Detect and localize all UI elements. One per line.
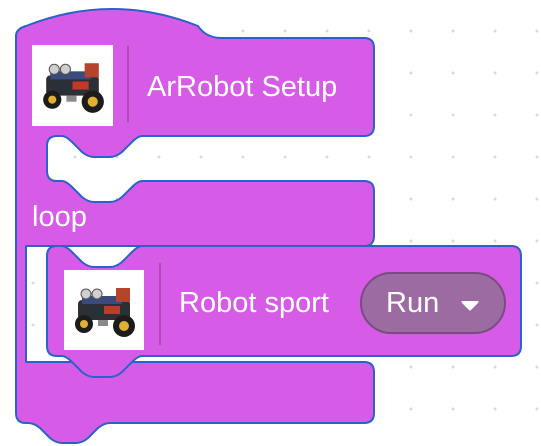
sport-mode-dropdown[interactable]: Run [360,272,506,334]
workspace-canvas[interactable]: ArRobot Setup loop Robot sport Run [0,0,541,446]
setup-block-label: ArRobot Setup [147,71,338,103]
setup-robot-car-icon [32,45,113,126]
sport-mode-selected: Run [386,286,440,319]
robot-sport-divider [159,263,161,345]
robot-sport-car-icon [64,270,144,350]
robot-sport-label: Robot sport [179,287,329,319]
loop-label: loop [32,201,87,233]
setup-divider [127,46,129,122]
caret-down-icon [461,301,479,311]
